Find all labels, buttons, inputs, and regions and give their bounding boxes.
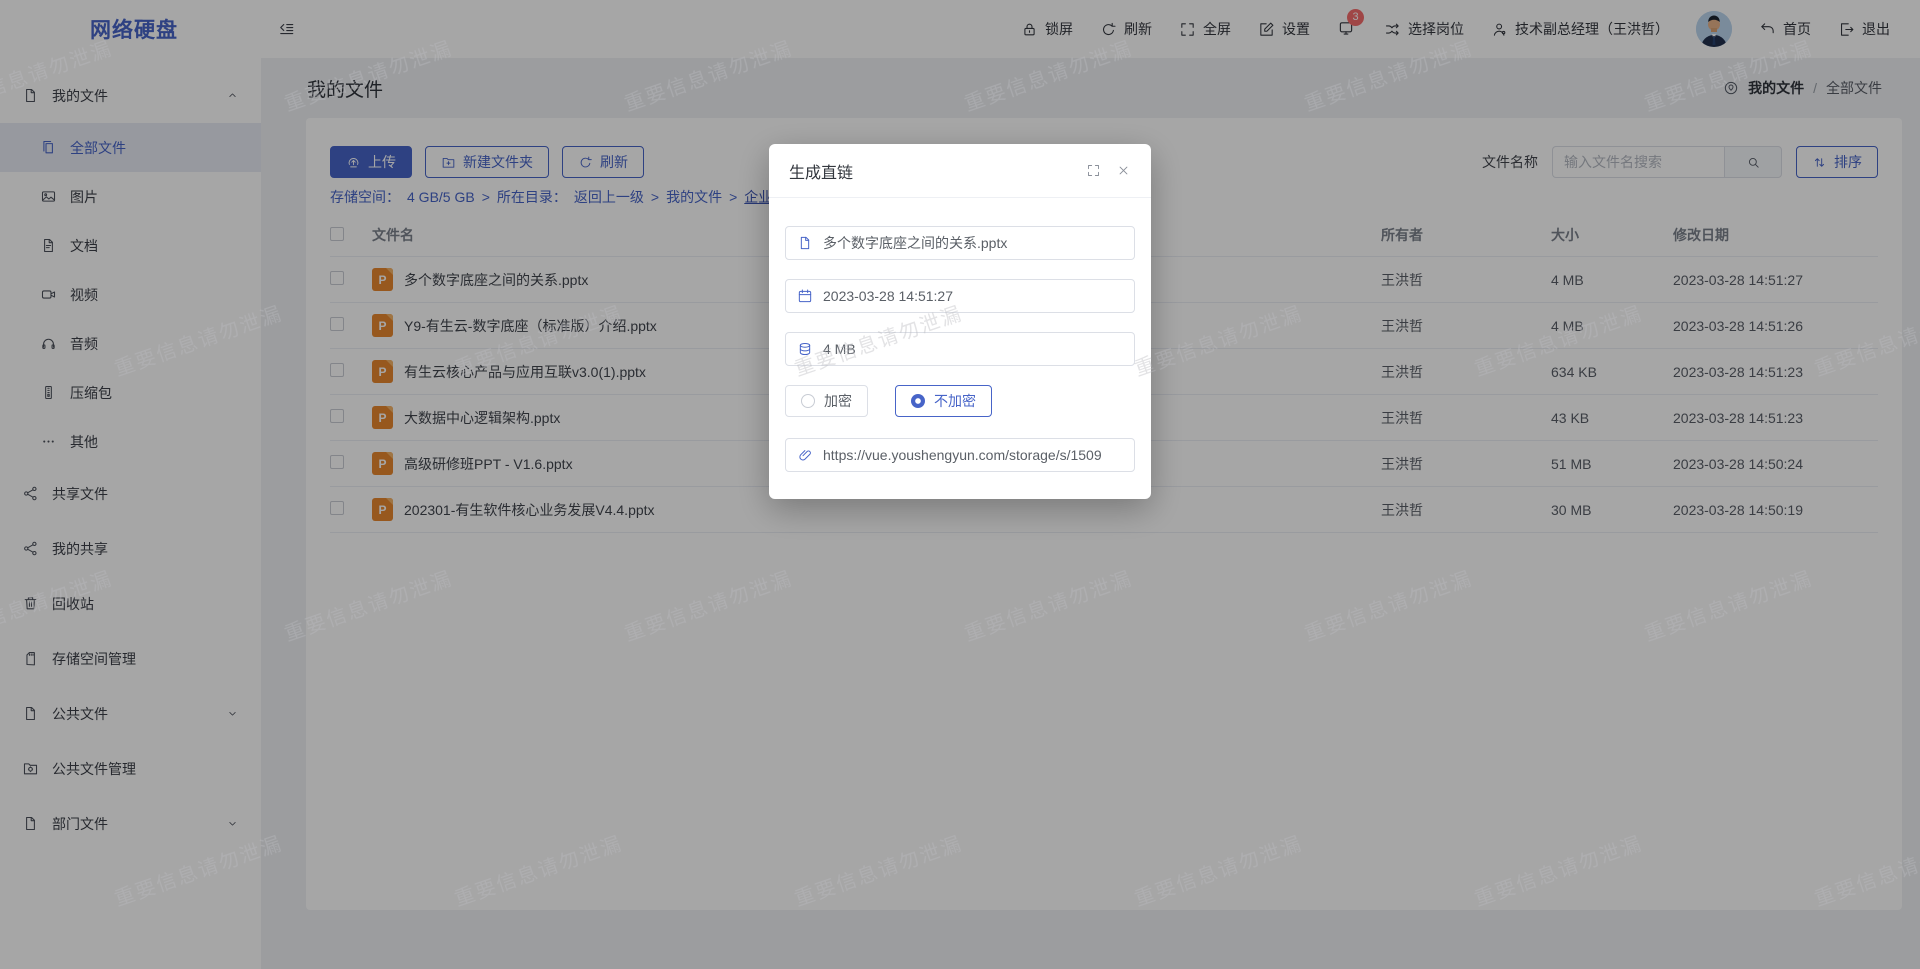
close-icon[interactable] — [1116, 163, 1131, 178]
link-date: 2023-03-28 14:51:27 — [823, 288, 953, 304]
encrypt-radio[interactable]: 加密 — [785, 385, 868, 417]
link-date-field[interactable]: 2023-03-28 14:51:27 — [785, 279, 1135, 313]
calendar-icon — [797, 288, 813, 304]
encrypt-radio-label: 加密 — [824, 391, 852, 411]
radio-circle-icon — [801, 394, 815, 408]
link-size-field[interactable]: 4 MB — [785, 332, 1135, 366]
file-icon — [797, 235, 813, 251]
direct-link-url: https://vue.youshengyun.com/storage/s/15… — [823, 447, 1102, 463]
no-encrypt-radio-label: 不加密 — [934, 391, 976, 411]
direct-link-field[interactable]: https://vue.youshengyun.com/storage/s/15… — [785, 438, 1135, 472]
dialog-body: 多个数字底座之间的关系.pptx 2023-03-28 14:51:27 4 M… — [769, 198, 1151, 499]
paperclip-link-icon — [797, 447, 813, 463]
no-encrypt-radio[interactable]: 不加密 — [895, 385, 992, 417]
dialog-title: 生成直链 — [789, 159, 1086, 183]
database-icon — [797, 341, 813, 357]
link-size: 4 MB — [823, 341, 856, 357]
generate-link-dialog: 生成直链 多个数字底座之间的关系.pptx 2023-03-28 14:51:2… — [769, 144, 1151, 499]
link-file-name: 多个数字底座之间的关系.pptx — [823, 233, 1007, 253]
dialog-header: 生成直链 — [769, 144, 1151, 198]
encrypt-radio-group: 加密 不加密 — [785, 385, 1135, 417]
radio-circle-selected-icon — [911, 394, 925, 408]
dialog-fullscreen-icon[interactable] — [1086, 163, 1101, 178]
link-file-name-field[interactable]: 多个数字底座之间的关系.pptx — [785, 226, 1135, 260]
